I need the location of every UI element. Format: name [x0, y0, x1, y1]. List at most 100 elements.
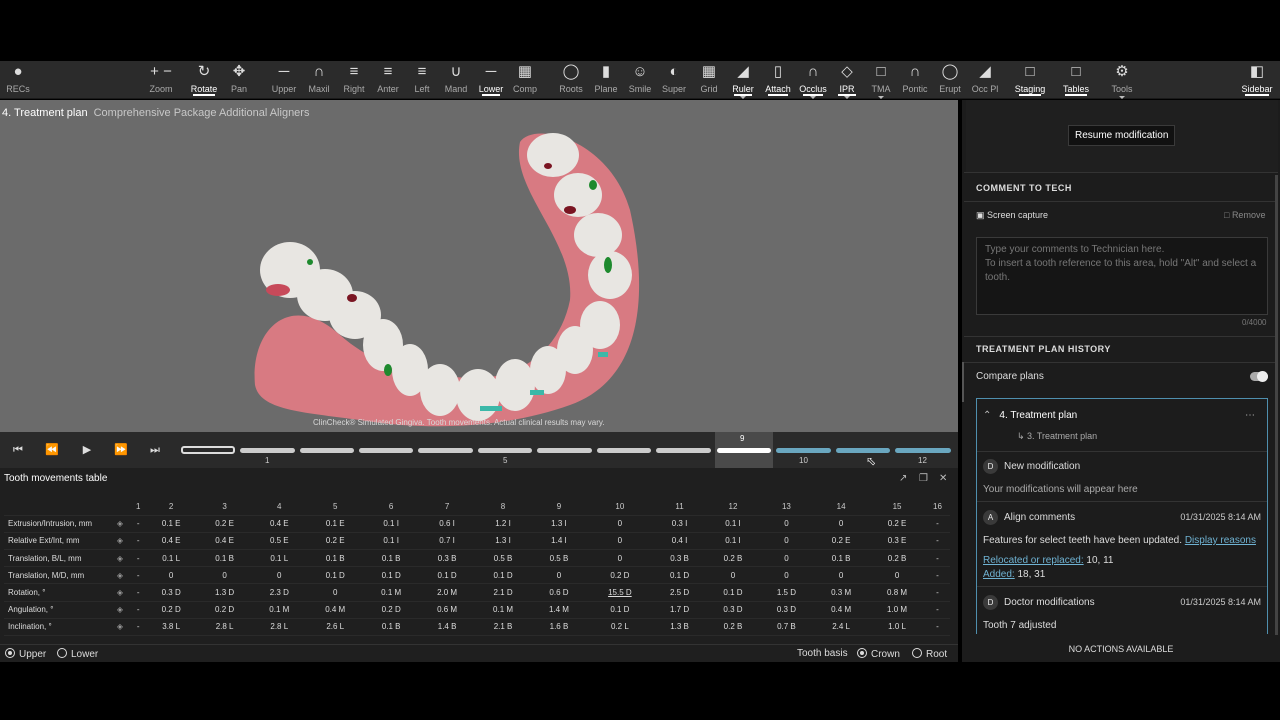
mand-view-button[interactable]: ∪ Mand	[442, 61, 470, 99]
sidebar-button[interactable]: ◧ Sidebar	[1240, 61, 1274, 99]
table-cell[interactable]: -	[925, 549, 950, 568]
table-cell[interactable]: 0	[759, 515, 814, 533]
table-cell[interactable]: 1.6 B	[531, 618, 587, 637]
table-cell[interactable]: 2.1 D	[475, 583, 531, 602]
table-cell[interactable]: 0.2 E	[197, 515, 252, 533]
table-cell[interactable]: 0.2 D	[144, 601, 198, 619]
table-cell[interactable]: 0.2 E	[307, 532, 364, 551]
table-cell[interactable]: 0.1 B	[307, 549, 364, 568]
table-cell[interactable]: 0.2 E	[813, 532, 870, 551]
step-back-icon[interactable]: ⏪	[44, 442, 60, 458]
display-reasons-link[interactable]: Display reasons	[1185, 535, 1256, 546]
close-icon[interactable]: ✕	[939, 473, 947, 484]
table-cell[interactable]: 0.1 I	[706, 515, 760, 533]
erupt-button[interactable]: ◯ Erupt	[936, 61, 964, 99]
ipr-button[interactable]: ◇ IPR	[833, 61, 861, 99]
parent-plan-link[interactable]: ↳ 3. Treatment plan	[1017, 431, 1261, 442]
table-cell[interactable]: 0.1 I	[363, 515, 420, 533]
grid-button[interactable]: ▦ Grid	[695, 61, 723, 99]
table-cell[interactable]: 0.7 I	[419, 532, 476, 551]
table-cell[interactable]: 0.3 B	[419, 549, 476, 568]
table-cell[interactable]: 0.1 D	[652, 566, 707, 585]
zoom-button[interactable]: + − Zoom	[143, 61, 179, 99]
table-cell[interactable]: 0.3 E	[869, 532, 926, 551]
root-radio[interactable]: Root	[912, 648, 947, 660]
table-cell[interactable]: 0.5 B	[475, 549, 531, 568]
table-cell[interactable]: 0.4 I	[652, 532, 707, 551]
table-cell[interactable]: 0	[586, 515, 653, 533]
table-cell[interactable]: 0.1 D	[419, 566, 476, 585]
stage-6[interactable]	[537, 448, 592, 453]
table-cell[interactable]: 0	[759, 532, 814, 551]
table-cell[interactable]: 0.2 B	[706, 618, 760, 637]
left-view-button[interactable]: ≡ Left	[408, 61, 436, 99]
stage-2[interactable]	[300, 448, 354, 453]
table-cell[interactable]: 0.4 E	[144, 532, 198, 551]
table-cell[interactable]: 0.2 E	[869, 515, 926, 533]
table-cell[interactable]: 2.3 D	[251, 583, 308, 602]
table-cell[interactable]: 1.7 D	[652, 601, 707, 619]
table-cell[interactable]: 0.3 I	[652, 515, 707, 533]
tma-button[interactable]: □ TMA	[867, 61, 895, 99]
comment-textarea[interactable]: Type your comments to Technician here. To…	[976, 237, 1268, 315]
table-cell[interactable]: -	[925, 566, 950, 585]
table-cell[interactable]: 0.2 B	[869, 549, 926, 568]
table-cell[interactable]: -	[925, 618, 950, 637]
table-cell[interactable]: -	[132, 515, 145, 533]
table-cell[interactable]: 0.3 D	[706, 601, 760, 619]
roots-button[interactable]: ◯ Roots	[557, 61, 585, 99]
table-cell[interactable]: 0.1 L	[251, 549, 308, 568]
ruler-button[interactable]: ◢ Ruler	[729, 61, 757, 99]
table-cell[interactable]: 0	[813, 515, 870, 533]
sidebar-scrollbar[interactable]	[1275, 175, 1278, 635]
table-cell[interactable]: 0.1 D	[307, 566, 364, 585]
anter-view-button[interactable]: ≡ Anter	[374, 61, 402, 99]
table-cell[interactable]: -	[925, 532, 950, 551]
compare-plans-toggle[interactable]	[1250, 371, 1268, 382]
crown-radio[interactable]: Crown	[857, 648, 900, 660]
maxil-view-button[interactable]: ∩ Maxil	[305, 61, 333, 99]
table-cell[interactable]: 3.8 L	[144, 618, 198, 637]
stage-7[interactable]	[597, 448, 651, 453]
table-cell[interactable]: 0.1 D	[706, 583, 760, 602]
table-cell[interactable]: 0.8 M	[869, 583, 926, 602]
remove-button[interactable]: □ Remove	[1224, 210, 1265, 220]
table-cell[interactable]: 0.2 D	[586, 566, 653, 585]
skip-start-icon[interactable]: ⏮	[10, 442, 26, 458]
table-cell[interactable]: 0.4 M	[813, 601, 870, 619]
table-cell[interactable]: 0.1 I	[363, 532, 420, 551]
stage-12[interactable]	[895, 448, 951, 453]
table-cell[interactable]: -	[132, 566, 145, 585]
occpl-button[interactable]: ◢ Occ Pl	[970, 61, 1000, 99]
table-cell[interactable]: 0.1 B	[363, 549, 420, 568]
table-cell[interactable]: 0.2 D	[197, 601, 252, 619]
table-cell[interactable]: 1.5 D	[759, 583, 814, 602]
3d-viewport[interactable]: 4. Treatment plan Comprehensive Package A…	[0, 100, 958, 432]
table-cell[interactable]: 0.1 B	[197, 549, 252, 568]
stage-10[interactable]	[776, 448, 831, 453]
table-cell[interactable]: 0	[144, 566, 198, 585]
table-cell[interactable]: 2.0 M	[419, 583, 476, 602]
resume-modification-tooltip[interactable]: Resume modification	[1068, 125, 1176, 146]
table-cell[interactable]: 0.4 M	[307, 601, 364, 619]
table-cell[interactable]: -	[132, 583, 145, 602]
right-view-button[interactable]: ≡ Right	[340, 61, 368, 99]
stage-8[interactable]	[656, 448, 711, 453]
relocated-link[interactable]: Relocated or replaced:	[983, 555, 1084, 566]
table-cell[interactable]: 0.1 B	[813, 549, 870, 568]
table-cell[interactable]: 0.6 D	[531, 583, 587, 602]
staging-button[interactable]: □ Staging	[1014, 61, 1046, 99]
table-cell[interactable]: 0.1 I	[706, 532, 760, 551]
added-link[interactable]: Added:	[983, 569, 1015, 580]
table-cell[interactable]: 0.5 E	[251, 532, 308, 551]
more-icon[interactable]: ⋯	[1245, 410, 1255, 421]
table-cell[interactable]: -	[925, 601, 950, 619]
stage-1[interactable]	[240, 448, 295, 453]
table-cell[interactable]: 2.5 D	[652, 583, 707, 602]
table-cell[interactable]: 0	[813, 566, 870, 585]
tables-button[interactable]: □ Tables	[1060, 61, 1092, 99]
table-cell[interactable]: 0	[586, 549, 653, 568]
table-cell[interactable]: 2.1 B	[475, 618, 531, 637]
table-cell[interactable]: 1.4 M	[531, 601, 587, 619]
table-cell[interactable]: 1.3 I	[531, 515, 587, 533]
